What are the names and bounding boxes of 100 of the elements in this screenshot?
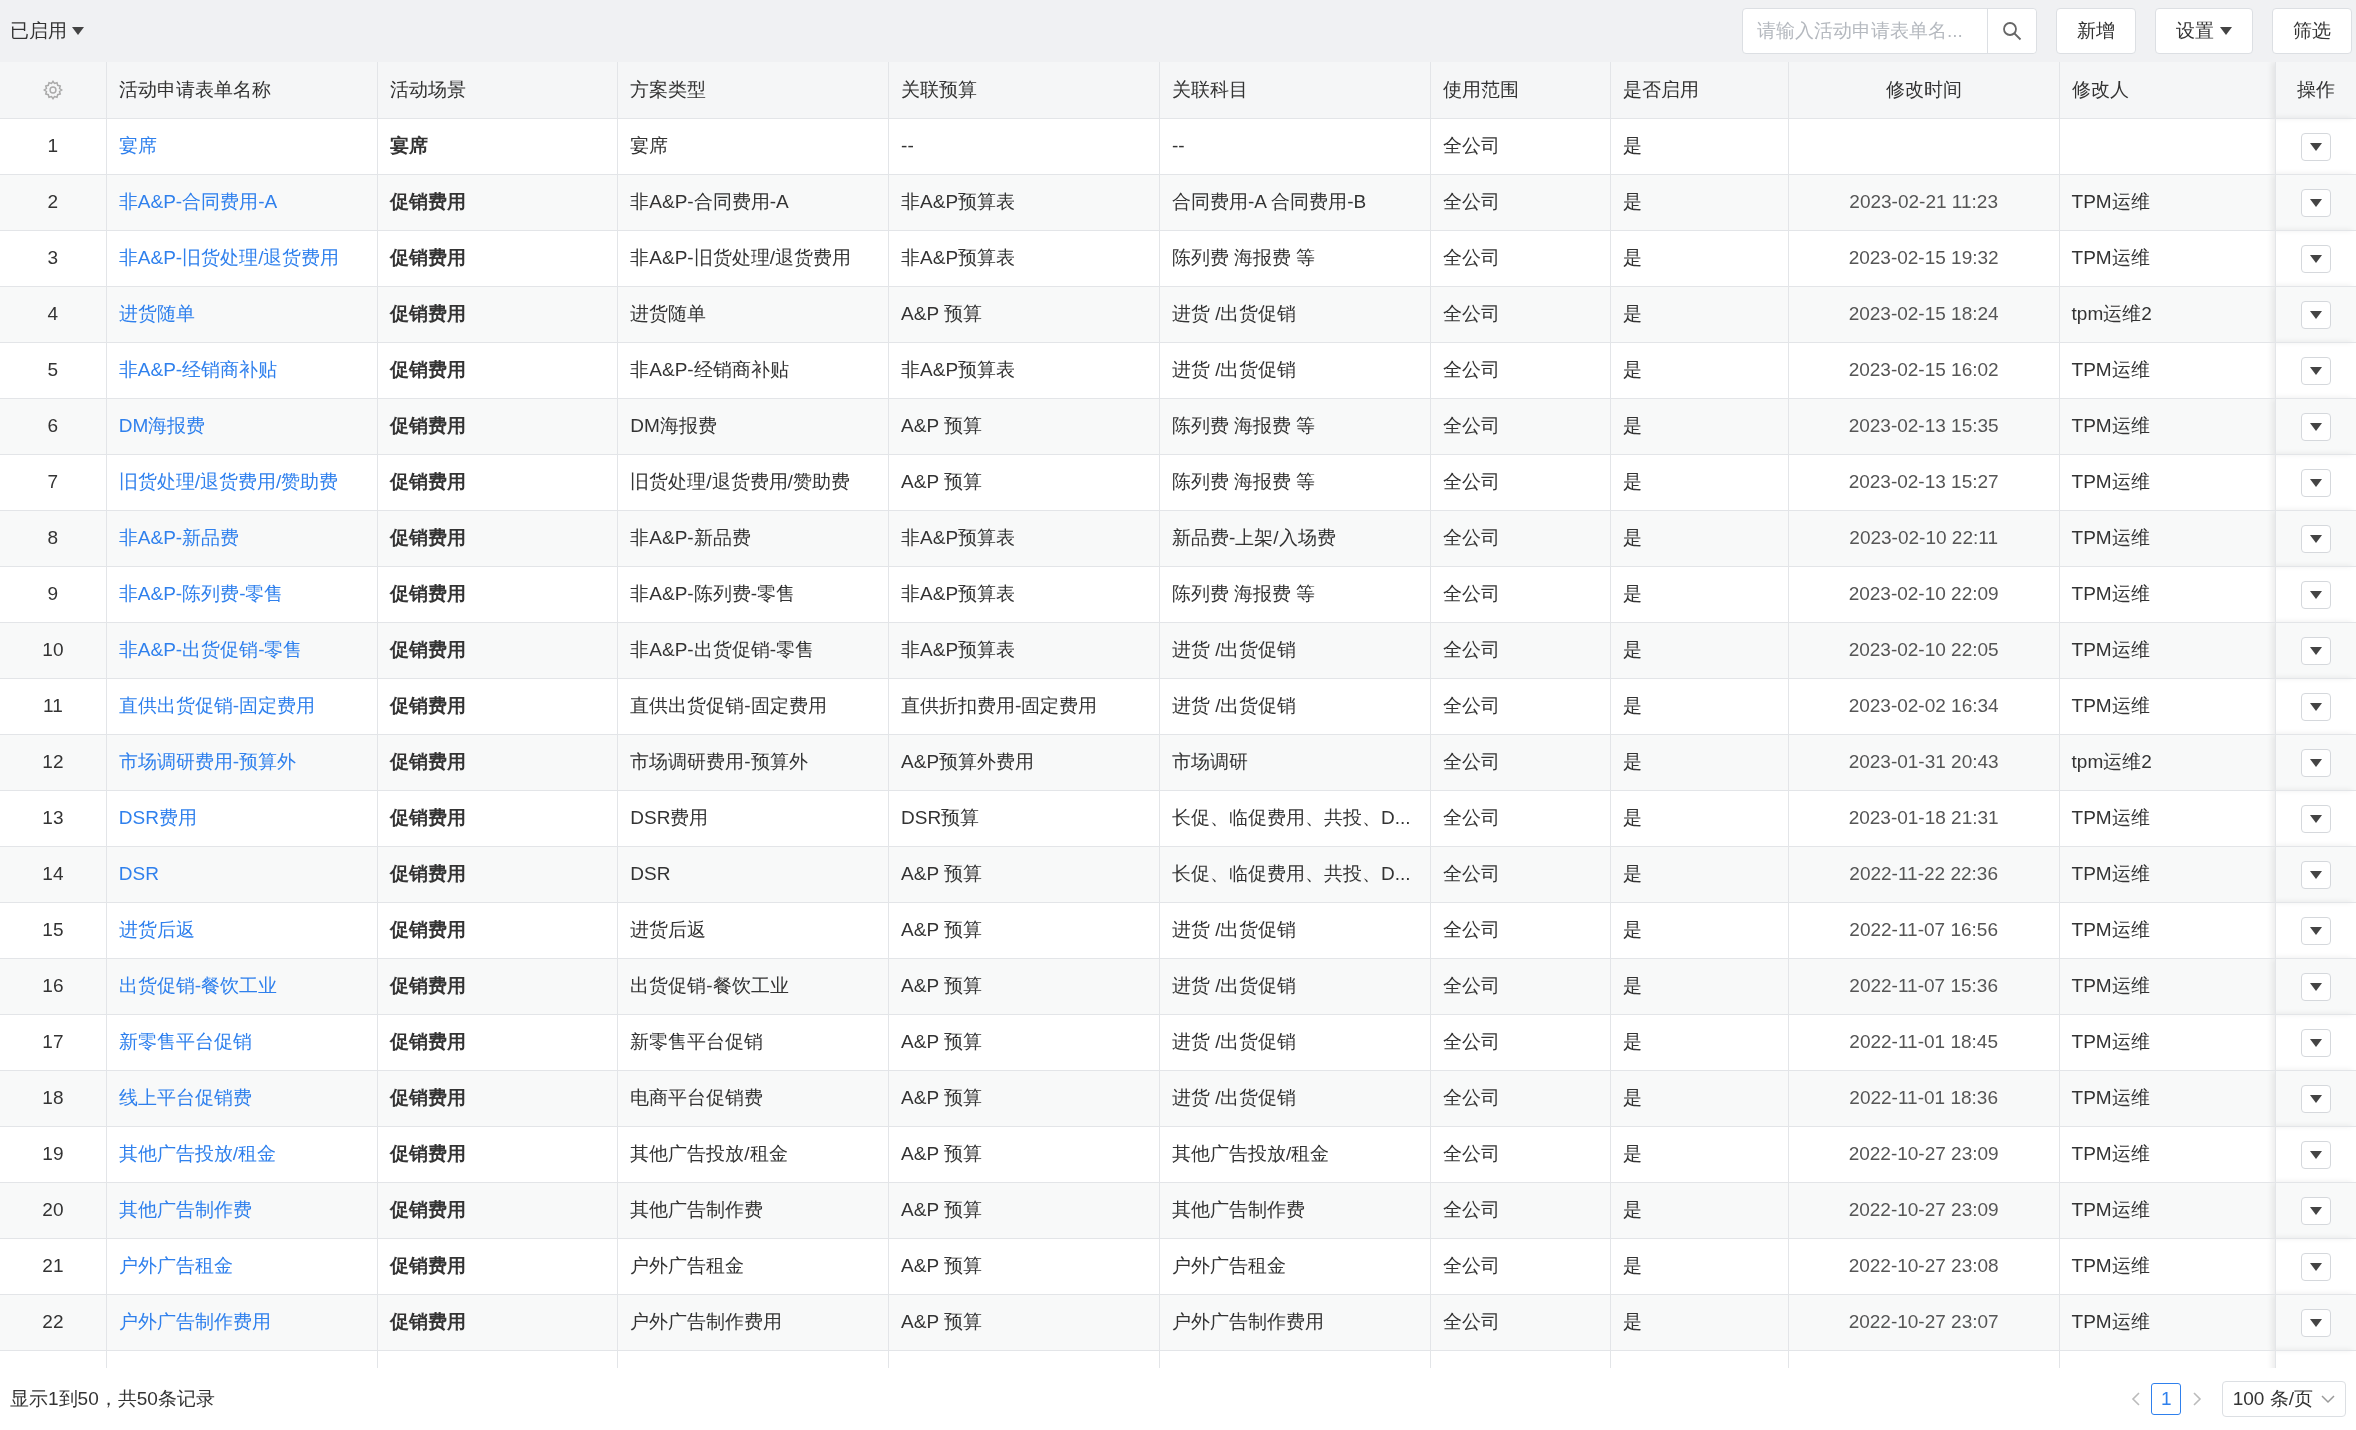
table-cell: 全公司 [1442,526,1500,548]
table-cell: 促销费用 [389,694,466,716]
table-cell: TPM运维 [2071,862,2150,884]
chevron-down-icon [2321,1394,2335,1404]
table-cell: 是 [1623,974,1643,996]
row-action-dropdown[interactable] [2301,301,2332,329]
table-cell: TPM运维 [2071,526,2150,548]
table-cell: 非A&P预算表 [901,582,1016,604]
table-cell: 是 [1623,750,1643,772]
table-cell: 2022-11-07 15:36 [1849,974,1998,996]
row-action-dropdown[interactable] [2301,861,2332,889]
search-field[interactable]: 请输入活动申请表单名... [1742,8,2037,54]
form-name-link[interactable]: 户外广告租金 [118,1254,233,1276]
page-size-select[interactable]: 100 条/页 [2221,1381,2346,1417]
row-action-dropdown[interactable] [2301,469,2332,497]
row-number: 16 [42,974,64,996]
table-cell: TPM运维 [2071,918,2150,940]
table-cell: 直供折扣费用-固定费用 [901,694,1098,716]
table-cell: 户外广告制作费用 [1171,1310,1324,1332]
form-name-link[interactable]: DSR费用 [118,806,197,828]
row-action-dropdown[interactable] [2301,525,2332,553]
table-cell: 是 [1623,190,1643,212]
form-name-link[interactable]: 新零售平台促销 [118,1030,252,1052]
form-name-link[interactable]: 线上平台促销费 [118,1086,252,1108]
form-name-link[interactable]: 其他广告制作费 [118,1198,252,1220]
row-action-dropdown[interactable] [2301,749,2332,777]
row-action-dropdown[interactable] [2301,637,2332,665]
table-cell: 促销费用 [389,974,466,996]
table-cell: 是 [1623,1030,1643,1052]
settings-dropdown-button[interactable]: 设置 [2155,8,2253,54]
table-cell: 非A&P-新品费 [630,526,751,548]
row-action-dropdown[interactable] [2301,1253,2332,1281]
table-cell: A&P 预算 [901,1310,983,1332]
table-cell: 进货 /出货促销 [1171,358,1297,380]
row-action-dropdown[interactable] [2301,413,2332,441]
row-action-dropdown[interactable] [2301,357,2332,385]
row-action-dropdown[interactable] [2301,1029,2332,1057]
table-cell: TPM运维 [2071,638,2150,660]
column-header: 方案类型 [630,78,707,100]
row-action-dropdown[interactable] [2301,1141,2332,1169]
toolbar-button[interactable]: 新增 [2056,8,2136,54]
row-action-dropdown[interactable] [2301,581,2332,609]
form-name-link[interactable]: DSR [118,862,159,884]
table-cell: 促销费用 [389,806,466,828]
form-name-link[interactable]: 非A&P-旧货处理/退货费用 [118,246,340,268]
form-name-link[interactable]: 非A&P-经销商补贴 [118,358,278,380]
form-name-link[interactable]: 进货后返 [118,918,195,940]
table-cell: 2023-02-13 15:35 [1848,414,1999,436]
form-name-link[interactable]: 旧货处理/退货费用/赞助费 [118,470,339,492]
caret-icon [2310,535,2323,543]
table-cell: 是 [1623,526,1643,548]
row-action-dropdown[interactable] [2301,189,2332,217]
table-cell: 其他广告制作费 [1171,1198,1305,1220]
row-action-dropdown[interactable] [2301,973,2332,1001]
form-name-link[interactable]: 其他广告投放/租金 [118,1142,277,1164]
table-cell: tpm运维2 [2071,302,2152,324]
row-action-dropdown[interactable] [2301,1085,2332,1113]
column-header: 修改人 [2071,78,2129,100]
table-cell: 户外广告制作费用 [630,1310,783,1332]
row-number: 5 [47,358,59,380]
row-number: 2 [47,190,59,212]
table-cell: 2022-11-01 18:36 [1849,1086,1998,1108]
form-name-link[interactable]: 直供出货促销-固定费用 [118,694,316,716]
form-name-link[interactable]: 非A&P-新品费 [118,526,240,548]
table-cell: 陈列费 海报费 等 [1171,582,1316,604]
row-action-dropdown[interactable] [2301,133,2332,161]
page-button[interactable]: 1 [2151,1383,2182,1415]
table-cell: A&P 预算 [901,1086,983,1108]
table-cell: 合同费用-A 合同费用-B [1171,190,1367,212]
row-action-dropdown[interactable] [2301,1309,2332,1337]
table-cell: 2022-10-27 23:09 [1848,1142,1999,1164]
row-action-dropdown[interactable] [2301,1197,2332,1225]
table-cell: 进货 /出货促销 [1171,638,1297,660]
form-name-link[interactable]: 宴席 [118,134,157,156]
table-cell: A&P 预算 [901,862,983,884]
table-cell: 市场调研 [1171,750,1248,772]
table-cell: 非A&P-旧货处理/退货费用 [630,246,851,268]
row-action-dropdown[interactable] [2301,917,2332,945]
form-name-link[interactable]: 非A&P-陈列费-零售 [118,582,284,604]
caret-icon [2310,1263,2323,1271]
caret-icon [2310,423,2323,431]
table-cell: A&P 预算 [901,470,983,492]
form-name-link[interactable]: 进货随单 [118,302,195,324]
table-cell: 其他广告制作费 [630,1198,764,1220]
row-action-dropdown[interactable] [2301,805,2332,833]
toolbar-button[interactable]: 筛选 [2272,8,2352,54]
table-cell: DM海报费 [630,414,717,436]
row-number: 3 [47,246,59,268]
row-action-dropdown[interactable] [2301,693,2332,721]
table-cell: 全公司 [1442,358,1500,380]
table-cell: 全公司 [1442,1142,1500,1164]
caret-icon [2310,255,2323,263]
status-filter-dropdown[interactable]: 已启用 [10,16,84,46]
table-cell: 是 [1623,1254,1643,1276]
form-name-link[interactable]: DM海报费 [118,414,206,436]
table-cell: 促销费用 [389,918,466,940]
caret-icon [2220,27,2232,35]
table-cell: 2023-02-21 11:23 [1849,190,1998,212]
table-cell: 非A&P预算表 [901,526,1016,548]
row-action-dropdown[interactable] [2301,245,2332,273]
